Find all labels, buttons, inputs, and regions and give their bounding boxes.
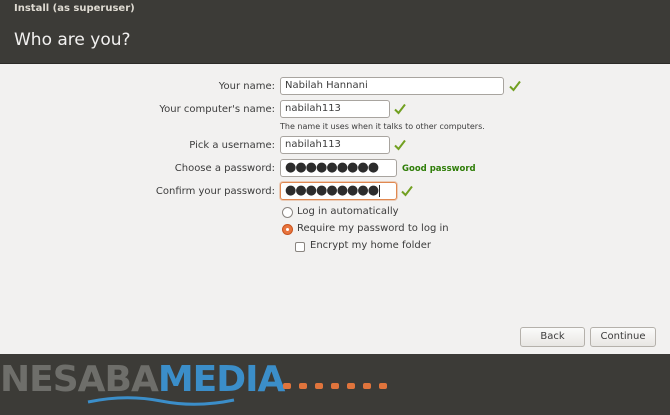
window-title: Install (as superuser): [14, 3, 135, 14]
your-name-label: Your name:: [218, 81, 275, 92]
continue-button[interactable]: Continue: [590, 327, 656, 347]
username-label: Pick a username:: [189, 140, 275, 151]
login-automatically-option[interactable]: Log in automatically: [282, 206, 432, 220]
progress-dot: [331, 383, 339, 389]
page-header: Who are you?: [0, 20, 670, 64]
encrypt-home-checkbox[interactable]: [295, 242, 305, 252]
check-icon: [394, 103, 406, 115]
computer-name-value: nabilah113: [285, 103, 341, 114]
require-password-option[interactable]: Require my password to log in: [282, 223, 452, 237]
progress-dot: [299, 383, 307, 389]
footer-bar: NESABAMEDIA: [0, 354, 670, 415]
password-label: Choose a password:: [174, 163, 275, 174]
confirm-password-label: Confirm your password:: [155, 186, 275, 197]
progress-dot: [283, 383, 291, 389]
encrypt-home-option[interactable]: Encrypt my home folder: [295, 240, 455, 254]
back-button[interactable]: Back: [520, 327, 585, 347]
password-dots: ●●●●●●●●●: [285, 160, 379, 175]
check-icon: [394, 139, 406, 151]
progress-dot: [363, 383, 371, 389]
brand-wave-icon: [87, 396, 235, 406]
require-password-label: Require my password to log in: [297, 223, 449, 234]
progress-dot: [379, 383, 387, 389]
progress-dot: [347, 383, 355, 389]
computer-name-field[interactable]: nabilah113: [280, 100, 390, 118]
check-icon: [401, 185, 413, 197]
computer-name-hint: The name it uses when it talks to other …: [280, 122, 485, 131]
login-automatically-radio[interactable]: [282, 207, 293, 218]
username-value: nabilah113: [285, 139, 341, 150]
computer-name-label: Your computer's name:: [159, 104, 275, 115]
confirm-password-dots: ●●●●●●●●●: [285, 183, 379, 198]
window-titlebar: Install (as superuser): [0, 0, 670, 20]
password-strength: Good password: [402, 164, 476, 174]
password-field[interactable]: ●●●●●●●●●: [280, 159, 397, 177]
text-caret: [379, 185, 381, 197]
progress-dot: [315, 383, 323, 389]
user-form: Your name: Nabilah Hannani Your computer…: [0, 64, 670, 354]
require-password-radio[interactable]: [282, 224, 293, 235]
your-name-value: Nabilah Hannani: [285, 80, 368, 91]
login-automatically-label: Log in automatically: [297, 206, 399, 217]
check-icon: [509, 80, 521, 92]
your-name-field[interactable]: Nabilah Hannani: [280, 77, 504, 95]
encrypt-home-label: Encrypt my home folder: [310, 240, 432, 251]
page-title: Who are you?: [14, 30, 131, 50]
username-field[interactable]: nabilah113: [280, 136, 390, 154]
confirm-password-field[interactable]: ●●●●●●●●●: [280, 182, 397, 200]
